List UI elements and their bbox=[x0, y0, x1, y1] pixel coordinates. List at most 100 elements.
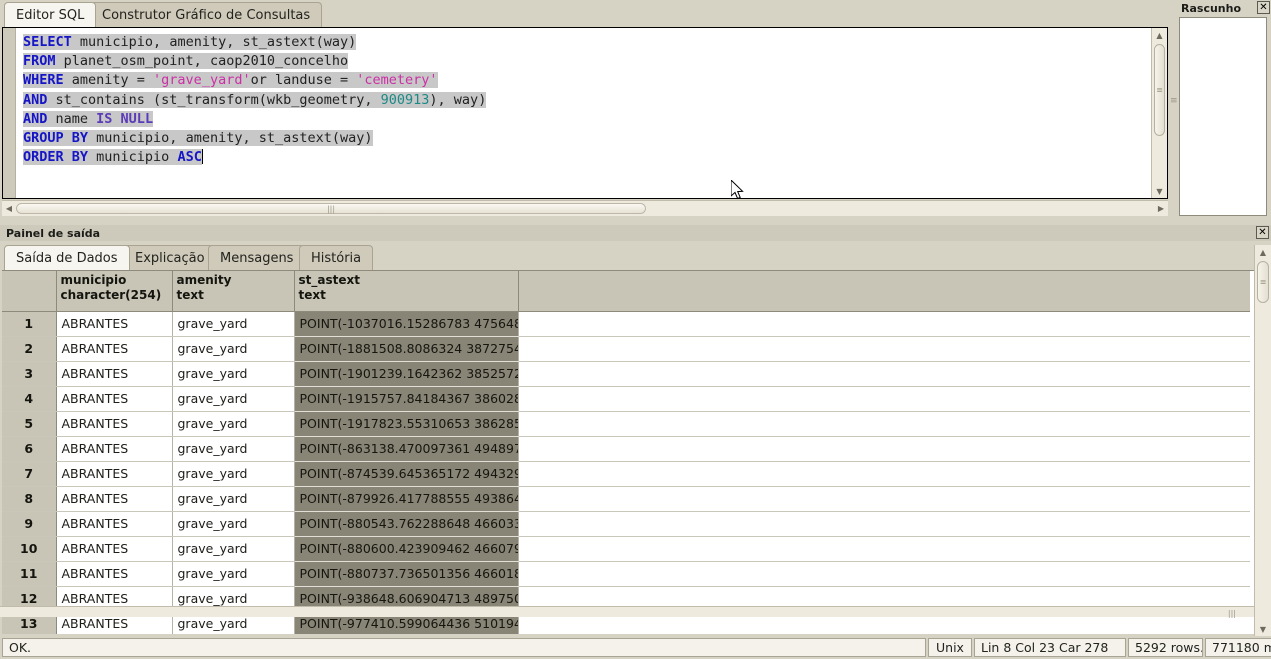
grid-horizontal-scrollbar[interactable]: ||| bbox=[0, 606, 1254, 618]
table-row[interactable]: 11 ABRANTES grave_yard POINT(-880737.736501… bbox=[2, 561, 1250, 587]
grid-vertical-scrollbar[interactable]: ▲ ≡ ▼ bbox=[1254, 245, 1271, 636]
cell-municipio[interactable]: ABRANTES bbox=[56, 361, 173, 387]
tab-graphical-query-builder-label: Construtor Gráfico de Consultas bbox=[102, 7, 311, 23]
tab-messages-label: Mensagens bbox=[220, 250, 294, 266]
cell-st-astext[interactable]: POINT(-1901239.1642362 3852572 bbox=[294, 361, 519, 387]
sql-editor-vertical-scrollbar[interactable]: ▲ ≡ ▼ bbox=[1151, 28, 1167, 198]
table-row[interactable]: 4 ABRANTES grave_yard POINT(-1915757.841843… bbox=[2, 386, 1250, 412]
vertical-splitter-handle[interactable]: ≡ bbox=[1170, 97, 1178, 106]
tab-editor-sql[interactable]: Editor SQL bbox=[4, 2, 97, 27]
cell-row-number[interactable]: 3 bbox=[2, 361, 57, 387]
cell-row-number[interactable]: 2 bbox=[2, 336, 57, 362]
cell-municipio[interactable]: ABRANTES bbox=[56, 386, 173, 412]
tab-history[interactable]: História bbox=[299, 245, 374, 270]
cell-amenity[interactable]: grave_yard bbox=[172, 311, 295, 337]
column-header-amenity[interactable]: amenity text bbox=[172, 271, 295, 312]
cell-st-astext[interactable]: POINT(-879926.417788555 493864 bbox=[294, 486, 519, 512]
close-icon[interactable]: ✕ bbox=[1257, 1, 1270, 14]
column-header-st-astext-name: st_astext bbox=[298, 273, 360, 287]
scratch-pad-text-area[interactable] bbox=[1179, 17, 1267, 216]
sql-line: GROUP BY municipio, amenity, st_astext(w… bbox=[23, 129, 486, 148]
cell-row-number[interactable]: 7 bbox=[2, 461, 57, 487]
cell-municipio[interactable]: ABRANTES bbox=[56, 336, 173, 362]
cell-st-astext[interactable]: POINT(-1915757.84184367 386028 bbox=[294, 386, 519, 412]
cell-amenity[interactable]: grave_yard bbox=[172, 361, 295, 387]
table-row[interactable]: 7 ABRANTES grave_yard POINT(-874539.6453651… bbox=[2, 461, 1250, 487]
table-row[interactable]: 10 ABRANTES grave_yard POINT(-880600.423909… bbox=[2, 536, 1250, 562]
cell-amenity[interactable]: grave_yard bbox=[172, 486, 295, 512]
cell-row-number[interactable]: 1 bbox=[2, 311, 57, 337]
tab-graphical-query-builder[interactable]: Construtor Gráfico de Consultas bbox=[90, 2, 323, 27]
cell-row-number[interactable]: 5 bbox=[2, 411, 57, 437]
cell-st-astext[interactable]: POINT(-880737.736501356 466018 bbox=[294, 561, 519, 587]
scroll-left-icon[interactable]: ◀ bbox=[2, 201, 16, 216]
cell-row-number[interactable]: 11 bbox=[2, 561, 57, 587]
table-row[interactable]: 5 ABRANTES grave_yard POINT(-1917823.553106… bbox=[2, 411, 1250, 437]
sql-token: SELECT bbox=[23, 34, 72, 50]
cell-municipio[interactable]: ABRANTES bbox=[56, 411, 173, 437]
scroll-down-icon[interactable]: ▼ bbox=[1255, 622, 1271, 636]
cell-municipio[interactable]: ABRANTES bbox=[56, 511, 173, 537]
data-output-grid-container[interactable]: municipio character(254) amenity text st… bbox=[2, 270, 1269, 634]
scroll-up-icon[interactable]: ▲ bbox=[1255, 245, 1271, 259]
cell-amenity[interactable]: grave_yard bbox=[172, 511, 295, 537]
sql-token: WHERE bbox=[23, 72, 64, 89]
tab-data-output[interactable]: Saída de Dados bbox=[4, 245, 130, 270]
cell-municipio[interactable]: ABRANTES bbox=[56, 561, 173, 587]
cell-amenity[interactable]: grave_yard bbox=[172, 461, 295, 487]
sql-token: AND bbox=[23, 110, 48, 127]
scroll-up-icon[interactable]: ▲ bbox=[1152, 28, 1167, 42]
table-row[interactable]: 2 ABRANTES grave_yard POINT(-1881508.808632… bbox=[2, 336, 1250, 362]
cell-row-number[interactable]: 4 bbox=[2, 386, 57, 412]
sql-editor-horizontal-scrollbar[interactable]: ◀ ||| ▶ bbox=[2, 200, 1168, 216]
cell-municipio[interactable]: ABRANTES bbox=[56, 536, 173, 562]
table-row[interactable]: 6 ABRANTES grave_yard POINT(-863138.4700973… bbox=[2, 436, 1250, 462]
cell-st-astext[interactable]: POINT(-863138.470097361 494897 bbox=[294, 436, 519, 462]
cell-municipio[interactable]: ABRANTES bbox=[56, 486, 173, 512]
status-elapsed-time: 771180 ms bbox=[1205, 638, 1271, 657]
cell-st-astext[interactable]: POINT(-880600.423909462 466079 bbox=[294, 536, 519, 562]
scroll-down-icon[interactable]: ▼ bbox=[1152, 184, 1167, 198]
cell-amenity[interactable]: grave_yard bbox=[172, 411, 295, 437]
cell-st-astext[interactable]: POINT(-1917823.55310653 386285 bbox=[294, 411, 519, 437]
grid-vscroll-thumb[interactable]: ≡ bbox=[1257, 261, 1269, 303]
cell-amenity[interactable]: grave_yard bbox=[172, 561, 295, 587]
cell-amenity[interactable]: grave_yard bbox=[172, 336, 295, 362]
close-icon[interactable]: ✕ bbox=[1256, 226, 1269, 239]
cell-filler bbox=[518, 386, 1250, 412]
cell-row-number[interactable]: 6 bbox=[2, 436, 57, 462]
cell-amenity[interactable]: grave_yard bbox=[172, 436, 295, 462]
table-row[interactable]: 8 ABRANTES grave_yard POINT(-879926.4177885… bbox=[2, 486, 1250, 512]
cell-row-number[interactable]: 10 bbox=[2, 536, 57, 562]
table-row[interactable]: 1 ABRANTES grave_yard POINT(-1037016.152867… bbox=[2, 311, 1250, 337]
table-row[interactable]: 3 ABRANTES grave_yard POINT(-1901239.164236… bbox=[2, 361, 1250, 387]
cell-row-number[interactable]: 9 bbox=[2, 511, 57, 537]
tab-messages[interactable]: Mensagens bbox=[208, 245, 306, 270]
scroll-right-icon[interactable]: ▶ bbox=[1154, 201, 1168, 216]
column-header-st-astext[interactable]: st_astext text bbox=[294, 271, 519, 312]
cell-municipio[interactable]: ABRANTES bbox=[56, 461, 173, 487]
cell-municipio[interactable]: ABRANTES bbox=[56, 436, 173, 462]
sql-editor-hscroll-thumb[interactable]: ||| bbox=[16, 203, 646, 214]
column-header-municipio[interactable]: municipio character(254) bbox=[56, 271, 173, 312]
cell-amenity[interactable]: grave_yard bbox=[172, 386, 295, 412]
column-header-corner[interactable] bbox=[2, 271, 57, 312]
cell-st-astext[interactable]: POINT(-874539.645365172 494329 bbox=[294, 461, 519, 487]
sql-line-selection: FROM planet_osm_point, caop2010_concelho bbox=[23, 53, 349, 70]
table-row[interactable]: 9 ABRANTES grave_yard POINT(-880543.7622886… bbox=[2, 511, 1250, 537]
cell-row-number[interactable]: 8 bbox=[2, 486, 57, 512]
sql-line: SELECT municipio, amenity, st_astext(way… bbox=[23, 33, 486, 52]
cell-amenity[interactable]: grave_yard bbox=[172, 536, 295, 562]
sql-text-area[interactable]: SELECT municipio, amenity, st_astext(way… bbox=[2, 27, 1168, 199]
tab-explain[interactable]: Explicação bbox=[123, 245, 217, 270]
table-body: 1 ABRANTES grave_yard POINT(-1037016.152867… bbox=[2, 311, 1250, 634]
cell-municipio[interactable]: ABRANTES bbox=[56, 311, 173, 337]
sql-editor-vscroll-thumb[interactable]: ≡ bbox=[1154, 44, 1165, 136]
cell-st-astext[interactable]: POINT(-880543.762288648 466033 bbox=[294, 511, 519, 537]
cell-st-astext[interactable]: POINT(-1881508.8086324 3872754 bbox=[294, 336, 519, 362]
scroll-grip-icon: ||| bbox=[326, 204, 336, 213]
sql-line-selection: SELECT municipio, amenity, st_astext(way… bbox=[23, 34, 357, 50]
cell-st-astext[interactable]: POINT(-1037016.15286783 475648 bbox=[294, 311, 519, 337]
sql-token: name bbox=[47, 110, 97, 127]
cell-filler bbox=[518, 486, 1250, 512]
